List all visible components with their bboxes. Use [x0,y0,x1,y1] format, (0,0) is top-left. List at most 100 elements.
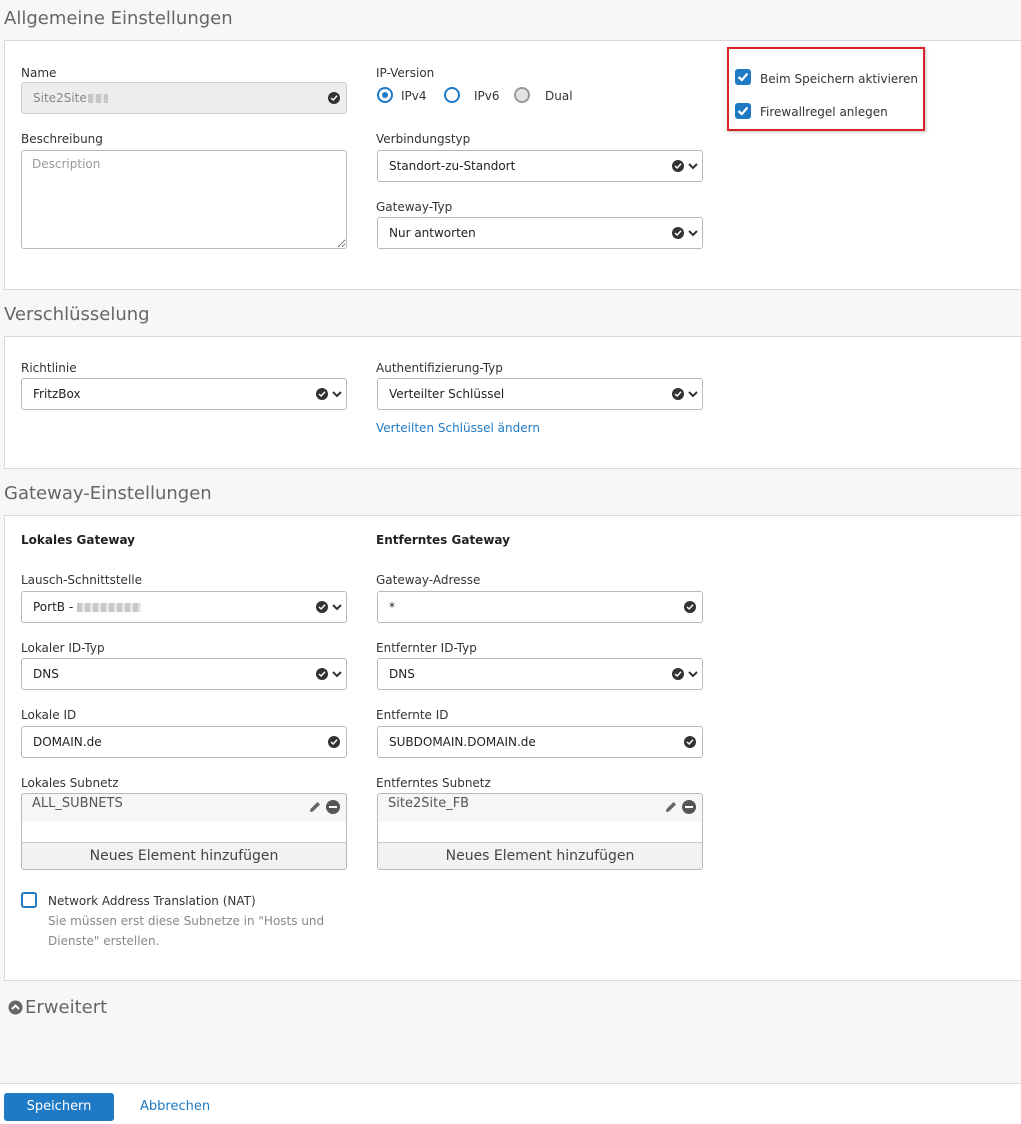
change-key-link[interactable]: Verteilten Schlüssel ändern [376,421,540,435]
local-id-label: Lokale ID [21,708,77,722]
remote-id-type-value: DNS [389,667,415,681]
section-title-gateway: Gateway-Einstellungen [4,483,212,504]
nat-checkbox[interactable] [21,892,37,908]
list-item: ALL_SUBNETS [22,794,346,822]
check-icon [737,106,749,116]
chevron-up-circle-icon [8,1000,23,1015]
section-title-encryption: Verschlüsselung [4,304,150,325]
nat-hint-line1: Sie müssen erst diese Subnetze in "Hosts… [48,914,325,928]
valid-check-icon [672,388,684,400]
radio-ipv6-label: IPv6 [474,89,500,103]
advanced-title: Erweitert [25,997,108,1018]
highlight-box: Beim Speichern aktivieren Firewallregel … [727,47,925,131]
connection-type-label: Verbindungstyp [376,132,471,146]
name-field[interactable]: Site2Site [21,82,347,114]
valid-check-icon [672,227,684,239]
valid-check-icon [672,668,684,680]
local-id-type-value: DNS [33,667,59,681]
local-id-input[interactable]: DOMAIN.de [21,726,347,758]
valid-check-icon [316,388,328,400]
chevron-down-icon [688,671,698,678]
chevron-down-icon [688,391,698,398]
radio-ipv6[interactable] [444,87,460,103]
gateway-address-value: * [389,600,395,614]
section-title-general: Allgemeine Einstellungen [4,8,233,29]
remote-id-label: Entfernte ID [376,708,449,722]
add-remote-subnet-button[interactable]: Neues Element hinzufügen [378,842,702,869]
local-id-type-label: Lokaler ID-Typ [21,641,105,655]
name-label: Name [21,66,57,80]
gateway-panel: Lokales Gateway Entferntes Gateway Lausc… [4,515,1021,981]
encryption-panel: Richtlinie FritzBox Authentifizierung-Ty… [4,336,1021,469]
remove-icon[interactable] [326,800,340,814]
remote-gateway-heading: Entferntes Gateway [376,533,510,547]
listen-interface-label: Lausch-Schnittstelle [21,573,142,587]
list-item: Site2Site_FB [378,794,702,822]
policy-label: Richtlinie [21,361,77,375]
local-subnet-label: Lokales Subnetz [21,776,119,790]
description-label: Beschreibung [21,132,103,146]
valid-check-icon [684,736,696,748]
listen-interface-value: PortB - [33,600,77,614]
remove-icon[interactable] [682,800,696,814]
activate-on-save-checkbox[interactable] [735,69,751,85]
valid-check-icon [672,160,684,172]
redacted-blur [87,94,108,103]
auth-type-select[interactable]: Verteilter Schlüssel [377,378,703,410]
nat-hint: Sie müssen erst diese Subnetze in "Hosts… [48,911,324,951]
gateway-type-value: Nur antworten [389,226,476,240]
local-subnet-item: ALL_SUBNETS [32,796,123,811]
firewall-rule-checkbox[interactable] [735,103,751,119]
radio-dual[interactable] [514,87,530,103]
radio-ipv4[interactable] [377,87,393,103]
general-panel: Name Site2Site Beschreibung IP-Version I… [4,40,1021,290]
remote-subnet-item: Site2Site_FB [388,796,470,811]
pencil-icon[interactable] [308,800,322,814]
remote-id-type-select[interactable]: DNS [377,658,703,690]
check-icon [737,72,749,82]
valid-check-icon [328,92,340,104]
nat-label: Network Address Translation (NAT) [48,894,256,908]
gateway-address-input[interactable]: * [377,591,703,623]
chevron-down-icon [688,230,698,237]
auth-type-value: Verteilter Schlüssel [389,387,505,401]
description-textarea[interactable] [21,150,347,249]
connection-type-select[interactable]: Standort-zu-Standort [377,150,703,182]
listen-interface-select[interactable]: PortB - [21,591,347,623]
remote-id-value: SUBDOMAIN.DOMAIN.de [389,735,536,749]
valid-check-icon [316,601,328,613]
radio-ipv4-label: IPv4 [401,89,427,103]
remote-id-input[interactable]: SUBDOMAIN.DOMAIN.de [377,726,703,758]
advanced-toggle[interactable]: Erweitert [8,997,107,1018]
save-button[interactable]: Speichern [4,1093,114,1121]
redacted-blur [76,603,141,612]
pencil-icon[interactable] [664,800,678,814]
nat-hint-line2: Dienste" erstellen. [48,934,160,948]
connection-type-value: Standort-zu-Standort [389,159,516,173]
ip-version-label: IP-Version [376,66,435,80]
radio-dual-label: Dual [545,89,573,103]
local-gateway-heading: Lokales Gateway [21,533,135,547]
local-id-type-select[interactable]: DNS [21,658,347,690]
chevron-down-icon [332,671,342,678]
gateway-type-label: Gateway-Typ [376,200,453,214]
auth-type-label: Authentifizierung-Typ [376,361,503,375]
remote-subnet-list: Site2Site_FB Neues Element hinzufügen [377,793,703,870]
remote-id-type-label: Entfernter ID-Typ [376,641,477,655]
remote-subnet-label: Entferntes Subnetz [376,776,491,790]
local-id-value: DOMAIN.de [33,735,102,749]
chevron-down-icon [332,604,342,611]
footer-bar: Speichern Abbrechen [0,1083,1021,1124]
chevron-down-icon [332,391,342,398]
gateway-type-select[interactable]: Nur antworten [377,217,703,249]
gateway-address-label: Gateway-Adresse [376,573,481,587]
policy-select[interactable]: FritzBox [21,378,347,410]
activate-on-save-label: Beim Speichern aktivieren [760,72,918,86]
cancel-button[interactable]: Abbrechen [140,1099,210,1114]
firewall-rule-label: Firewallregel anlegen [760,105,888,119]
valid-check-icon [684,601,696,613]
local-subnet-list: ALL_SUBNETS Neues Element hinzufügen [21,793,347,870]
add-local-subnet-button[interactable]: Neues Element hinzufügen [22,842,346,869]
name-value: Site2Site [33,91,87,105]
valid-check-icon [328,736,340,748]
